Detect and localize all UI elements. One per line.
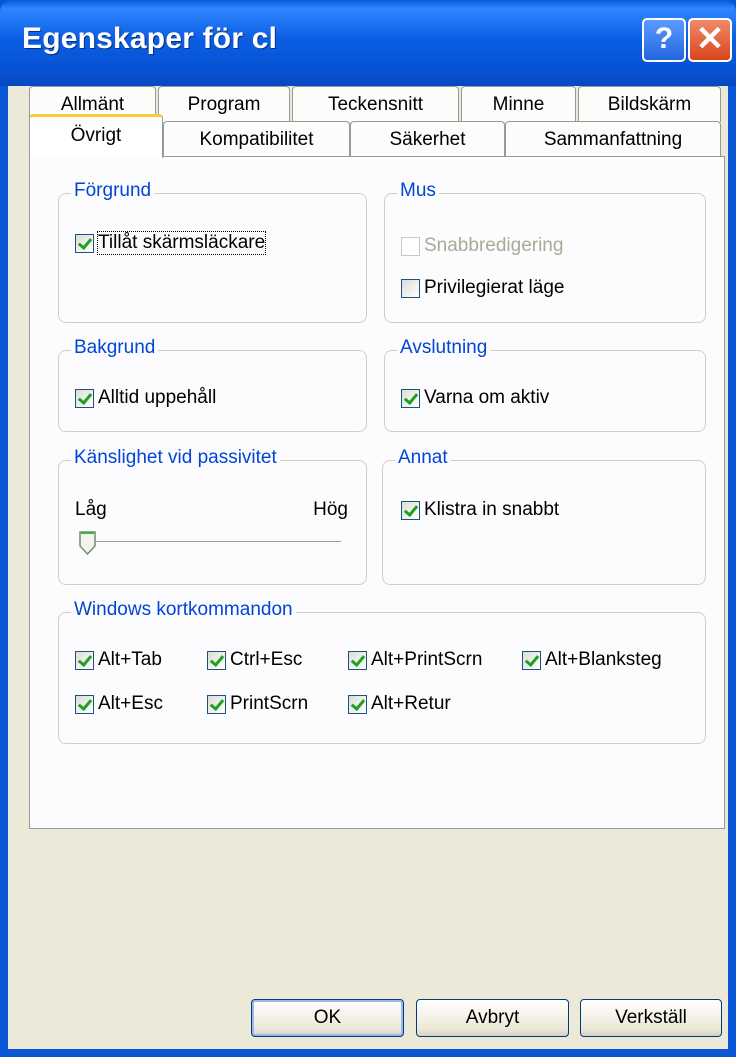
checkbox-checked-icon[interactable] (401, 388, 420, 408)
checkbox-label: Alt+PrintScrn (371, 649, 483, 670)
checkbox-label: Alltid uppehåll (98, 387, 217, 408)
group-title-kortkommandon: Windows kortkommandon (71, 599, 296, 621)
checkbox-printscrn[interactable]: PrintScrn (207, 693, 308, 715)
group-title-forgrund: Förgrund (71, 180, 155, 202)
group-annat: Annat Klistra in snabbt (382, 447, 706, 585)
checkbox-alt-printscrn[interactable]: Alt+PrintScrn (348, 649, 482, 671)
tab-minne[interactable]: Minne (461, 86, 576, 122)
checkbox-checked-icon[interactable] (207, 694, 226, 714)
checkbox-label: Ctrl+Esc (230, 649, 303, 670)
checkbox-checked-icon[interactable] (75, 694, 94, 714)
checkbox-checked-icon[interactable] (401, 500, 420, 520)
ok-button[interactable]: OK (251, 999, 404, 1037)
tab-teckensnitt[interactable]: Teckensnitt (292, 86, 459, 122)
checkbox-unchecked-icon[interactable] (401, 236, 420, 256)
checkbox-alltid-uppehall[interactable]: Alltid uppehåll (75, 387, 216, 409)
tab-kompatibilitet[interactable]: Kompatibilitet (163, 121, 350, 157)
checkbox-tillat-skarmslackare[interactable]: Tillåt skärmsläckare (75, 231, 267, 255)
checkbox-checked-icon[interactable] (348, 694, 367, 714)
checkbox-alt-retur[interactable]: Alt+Retur (348, 693, 451, 715)
group-title-bakgrund: Bakgrund (71, 337, 159, 359)
checkbox-label: Varna om aktiv (424, 387, 550, 408)
group-title-avslutning: Avslutning (397, 337, 491, 359)
checkbox-checked-icon[interactable] (75, 233, 94, 253)
group-title-annat: Annat (395, 447, 451, 469)
tab-sammanfattning[interactable]: Sammanfattning (505, 121, 721, 157)
dialog-client-area: Allmänt Program Teckensnitt Minne Bildsk… (8, 86, 728, 1049)
group-title-kanslighet: Känslighet vid passivitet (71, 447, 280, 469)
group-bakgrund: Bakgrund Alltid uppehåll (58, 337, 367, 432)
checkbox-unchecked-icon[interactable] (401, 278, 420, 298)
slider-thumb[interactable] (79, 531, 96, 555)
window-title: Egenskaper för cl (22, 22, 278, 55)
apply-button[interactable]: Verkställ (580, 999, 722, 1037)
checkbox-label: Privilegierat läge (424, 277, 565, 298)
checkbox-label: Alt+Esc (98, 693, 163, 714)
group-kanslighet: Känslighet vid passivitet Låg Hög (58, 447, 367, 585)
checkbox-checked-icon[interactable] (207, 650, 226, 670)
checkbox-label: PrintScrn (230, 693, 309, 714)
close-button[interactable]: ✕ (688, 18, 732, 62)
title-bar[interactable]: Egenskaper för cl ? ✕ (0, 0, 736, 86)
checkbox-privilegierat-lage[interactable]: Privilegierat läge (401, 277, 564, 299)
checkbox-alt-tab[interactable]: Alt+Tab (75, 649, 162, 671)
checkbox-label: Klistra in snabbt (424, 499, 560, 520)
checkbox-checked-icon[interactable] (348, 650, 367, 670)
slider-track[interactable] (79, 541, 341, 546)
checkbox-alt-blanksteg[interactable]: Alt+Blanksteg (522, 649, 662, 671)
checkbox-snabbredigering[interactable]: Snabbredigering (401, 235, 563, 257)
slider-low-label: Låg (75, 499, 107, 520)
tab-ovrigt[interactable]: Övrigt (29, 114, 163, 158)
slider-high-label: Hög (313, 499, 348, 520)
group-avslutning: Avslutning Varna om aktiv (384, 337, 706, 432)
properties-window: Egenskaper för cl ? ✕ Allmänt Program Te… (0, 0, 736, 1057)
checkbox-ctrl-esc[interactable]: Ctrl+Esc (207, 649, 302, 671)
checkbox-label: Alt+Tab (98, 649, 162, 670)
checkbox-alt-esc[interactable]: Alt+Esc (75, 693, 163, 715)
group-title-mus: Mus (397, 180, 439, 202)
checkbox-label: Snabbredigering (424, 235, 564, 256)
checkbox-klistra-in-snabbt[interactable]: Klistra in snabbt (401, 499, 559, 521)
tab-sakerhet[interactable]: Säkerhet (350, 121, 505, 157)
checkbox-checked-icon[interactable] (522, 650, 541, 670)
group-forgrund: Förgrund Tillåt skärmsläckare (58, 180, 367, 323)
checkbox-varna-om-aktiv[interactable]: Varna om aktiv (401, 387, 549, 409)
checkbox-label: Alt+Retur (371, 693, 451, 714)
checkbox-checked-icon[interactable] (75, 650, 94, 670)
checkbox-label: Tillåt skärmsläckare (96, 231, 267, 255)
tab-program[interactable]: Program (158, 86, 290, 122)
tab-bildskarm[interactable]: Bildskärm (578, 86, 721, 122)
help-button[interactable]: ? (642, 18, 686, 62)
checkbox-checked-icon[interactable] (75, 388, 94, 408)
group-mus: Mus Snabbredigering Privilegierat läge (384, 180, 706, 323)
group-kortkommandon: Windows kortkommandon Alt+Tab Ctrl+Esc A… (58, 599, 706, 744)
tab-panel-ovrigt: Förgrund Tillåt skärmsläckare Mus Snabbr… (29, 156, 725, 829)
cancel-button[interactable]: Avbryt (416, 999, 569, 1037)
checkbox-label: Alt+Blanksteg (545, 649, 662, 670)
